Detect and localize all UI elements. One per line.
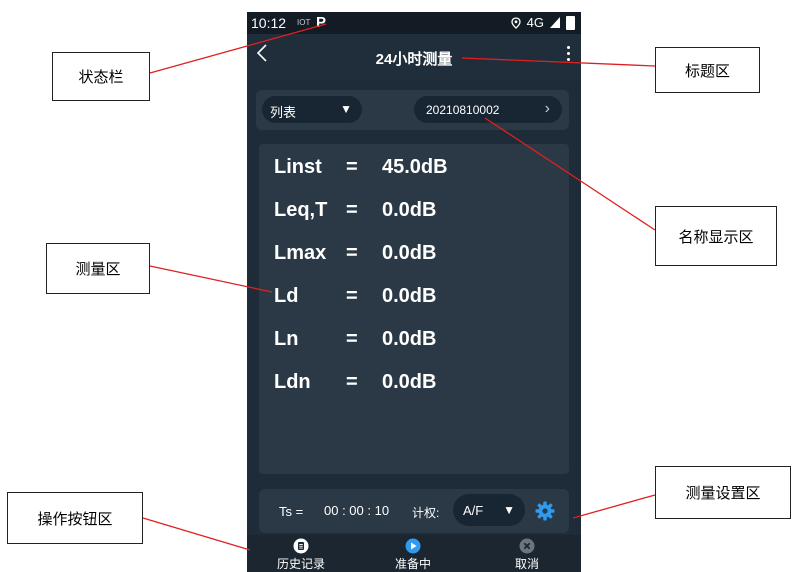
annotation-name-area: 名称显示区 (655, 206, 777, 266)
annotation-title-area: 标题区 (655, 47, 760, 93)
annotation-settings-area: 测量设置区 (655, 466, 791, 519)
annotation-buttons-area: 操作按钮区 (7, 492, 143, 544)
annotation-status-bar: 状态栏 (52, 52, 150, 101)
annotation-measure-area: 测量区 (46, 243, 150, 294)
